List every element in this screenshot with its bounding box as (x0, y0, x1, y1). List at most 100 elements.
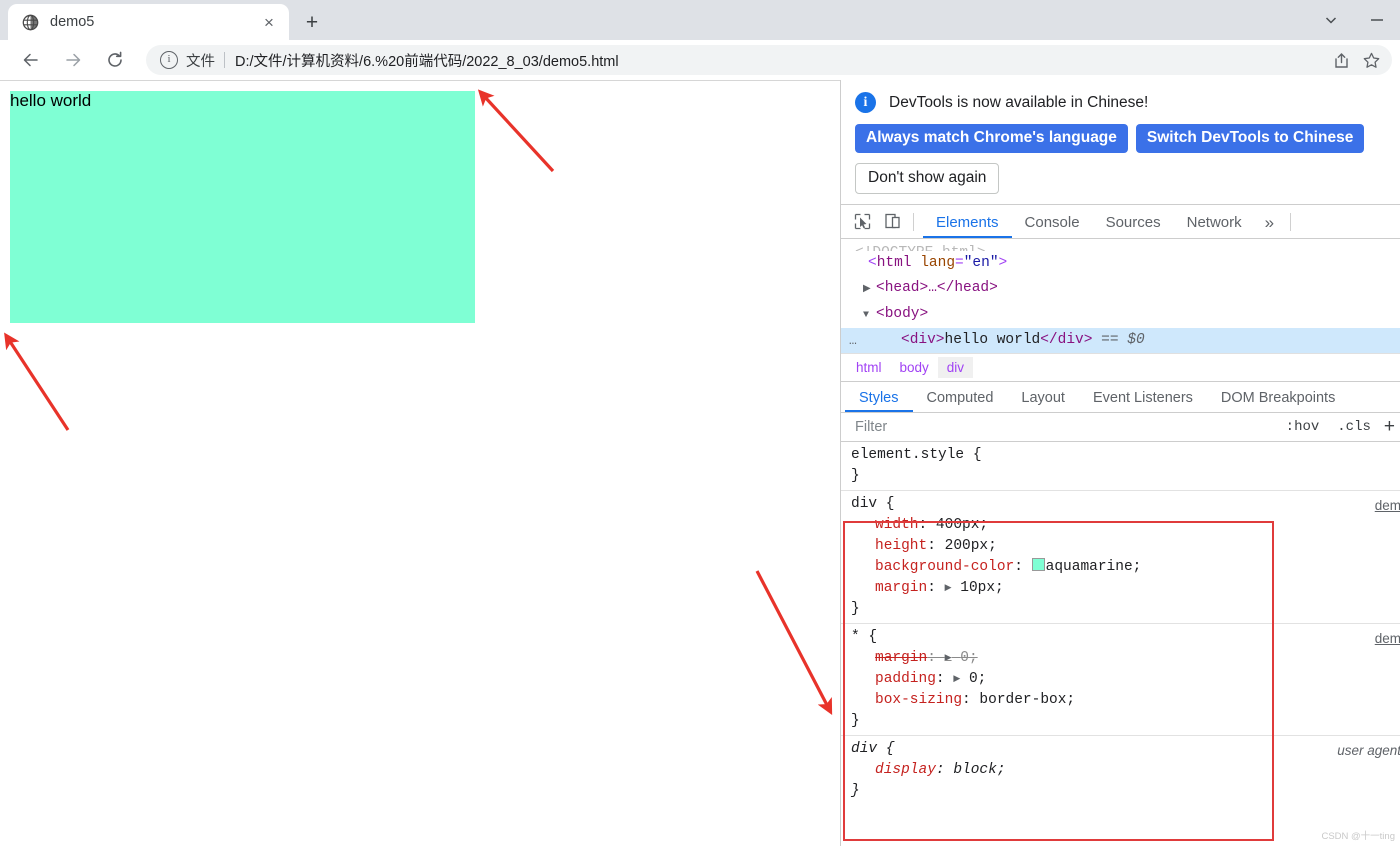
styles-pane: element.style { } dem div { width: 400px… (841, 442, 1400, 805)
tab-event-listeners[interactable]: Event Listeners (1079, 390, 1207, 412)
close-icon[interactable]: × (259, 12, 279, 32)
declaration-property: margin (875, 580, 928, 596)
tab-computed[interactable]: Computed (913, 390, 1008, 412)
declaration-property: box-sizing (875, 692, 963, 708)
dom-head-text: <head>…</head> (876, 280, 998, 296)
forward-icon[interactable] (56, 43, 90, 77)
omnibox-actions (1326, 45, 1386, 75)
tab-elements[interactable]: Elements (923, 214, 1012, 238)
rule-universal-author[interactable]: dem * { margin: ▶ 0; padding: ▶ 0; box-s… (841, 624, 1400, 736)
declaration-property: width (875, 517, 919, 533)
rule-div-user-agent[interactable]: user agent div { display: block; } (841, 736, 1400, 805)
declaration-value: 0; (968, 671, 987, 687)
dom-div-open: <div> (901, 332, 945, 348)
chevron-down-icon[interactable] (1308, 0, 1354, 40)
declaration-value: border-box; (979, 692, 1076, 708)
dom-tag-html: html (876, 255, 912, 271)
declaration-margin[interactable]: margin: ▶ 10px; (851, 578, 1400, 599)
info-icon[interactable]: i (160, 51, 178, 69)
devtools-panel: i DevTools is now available in Chinese! … (840, 80, 1400, 846)
breadcrumb-div[interactable]: div (937, 357, 974, 378)
declaration-value: 0; (960, 650, 978, 666)
styles-filter-bar: :hov .cls + (841, 413, 1400, 442)
dom-row-div-selected[interactable]: … <div>hello world</div> == $0 (841, 328, 1400, 353)
page-viewport: hello world (0, 80, 840, 846)
omnibox-divider (224, 52, 225, 68)
share-icon[interactable] (1326, 45, 1356, 75)
breadcrumb-html[interactable]: html (847, 357, 891, 378)
filter-input[interactable] (845, 415, 1277, 439)
dom-row-body[interactable]: ▼ <body> (841, 302, 1400, 328)
dom-div-close: </div> (1040, 332, 1093, 348)
watermark: CSDN @十一ting (1321, 831, 1395, 842)
tab-console[interactable]: Console (1012, 214, 1093, 238)
rule-source-link[interactable]: dem (1375, 628, 1400, 649)
expand-triangle-icon[interactable]: ▶ (945, 583, 952, 593)
declaration-margin-overridden[interactable]: margin: ▶ 0; (851, 648, 1400, 669)
dom-more-icon[interactable]: … (849, 328, 858, 353)
dom-tree: <!DOCTYPE html> <html lang="en"> ▶<head>… (841, 239, 1400, 353)
tab-sources[interactable]: Sources (1093, 214, 1174, 238)
expand-triangle-icon[interactable]: ▶ (945, 653, 952, 663)
switch-devtools-to-chinese-button[interactable]: Switch DevTools to Chinese (1135, 124, 1365, 153)
declaration-property: padding (875, 671, 936, 687)
declaration-width[interactable]: width: 400px; (851, 515, 1400, 536)
navigation-toolbar: i 文件 D:/文件/计算机资料/6.%20前端代码/2022_8_03/dem… (0, 40, 1400, 80)
tab-title: demo5 (50, 14, 95, 30)
more-tabs-icon[interactable]: » (1255, 213, 1284, 238)
reload-icon[interactable] (98, 43, 132, 77)
cls-button[interactable]: .cls (1328, 419, 1380, 435)
back-icon[interactable] (14, 43, 48, 77)
browser-tab[interactable]: demo5 × (8, 4, 289, 40)
color-swatch[interactable] (1031, 558, 1045, 571)
omnibox-url[interactable]: D:/文件/计算机资料/6.%20前端代码/2022_8_03/demo5.ht… (235, 50, 1326, 71)
twisty-icon[interactable]: ▶ (863, 277, 876, 302)
rule-close: } (851, 468, 860, 484)
declaration-display[interactable]: display: block; (851, 760, 1400, 781)
declaration-padding[interactable]: padding: ▶ 0; (851, 669, 1400, 690)
banner-message: DevTools is now available in Chinese! (889, 93, 1149, 111)
declaration-value: block; (953, 762, 1006, 778)
declaration-property: display (875, 762, 936, 778)
declaration-property: background-color (875, 559, 1015, 575)
declaration-height[interactable]: height: 200px; (851, 536, 1400, 557)
star-icon[interactable] (1356, 45, 1386, 75)
rule-close: } (851, 713, 860, 729)
rule-selector: element.style { (851, 447, 982, 463)
tab-dom-breakpoints[interactable]: DOM Breakpoints (1207, 390, 1349, 412)
declaration-value: 400px; (935, 517, 989, 533)
hov-button[interactable]: :hov (1277, 419, 1329, 435)
declaration-value: 10px; (960, 580, 1004, 596)
window-controls (1308, 0, 1400, 40)
toolbar-divider (913, 213, 914, 231)
dom-row-html[interactable]: <html lang="en"> (841, 251, 1400, 276)
declaration-value: 200px; (944, 538, 997, 554)
dom-row-head[interactable]: ▶ <head>…</head> (841, 276, 1400, 302)
address-bar[interactable]: i 文件 D:/文件/计算机资料/6.%20前端代码/2022_8_03/dem… (146, 45, 1392, 75)
rule-selector: div { (851, 496, 895, 512)
browser-window: demo5 × + i 文件 D:/文件/计算机资料/6.%20前端代码/202… (0, 0, 1400, 846)
always-match-language-button[interactable]: Always match Chrome's language (855, 124, 1128, 153)
tab-styles[interactable]: Styles (845, 390, 913, 412)
rule-source-link[interactable]: dem (1375, 495, 1400, 516)
declaration-property: height (875, 538, 928, 554)
new-tab-button[interactable]: + (298, 8, 326, 36)
breadcrumb-body[interactable]: body (891, 357, 938, 378)
tab-layout[interactable]: Layout (1007, 390, 1079, 412)
rule-close: } (851, 783, 860, 799)
styles-tab-bar: Styles Computed Layout Event Listeners D… (841, 381, 1400, 413)
tab-network[interactable]: Network (1174, 214, 1255, 238)
declaration-box-sizing[interactable]: box-sizing: border-box; (851, 690, 1400, 711)
twisty-icon[interactable]: ▼ (863, 303, 876, 328)
minimize-icon[interactable] (1354, 0, 1400, 40)
device-toolbar-icon[interactable] (877, 207, 907, 235)
dom-body-text: <body> (876, 306, 929, 322)
globe-icon (22, 14, 39, 31)
rule-div-author[interactable]: dem div { width: 400px; height: 200px; b… (841, 491, 1400, 624)
rule-selector: div { (851, 741, 895, 757)
declaration-background-color[interactable]: background-color: aquamarine; (851, 557, 1400, 578)
new-style-rule-button[interactable]: + (1380, 416, 1400, 438)
inspect-element-icon[interactable] (847, 207, 877, 235)
rule-element-style[interactable]: element.style { } (841, 442, 1400, 491)
dont-show-again-button[interactable]: Don't show again (855, 163, 1000, 194)
